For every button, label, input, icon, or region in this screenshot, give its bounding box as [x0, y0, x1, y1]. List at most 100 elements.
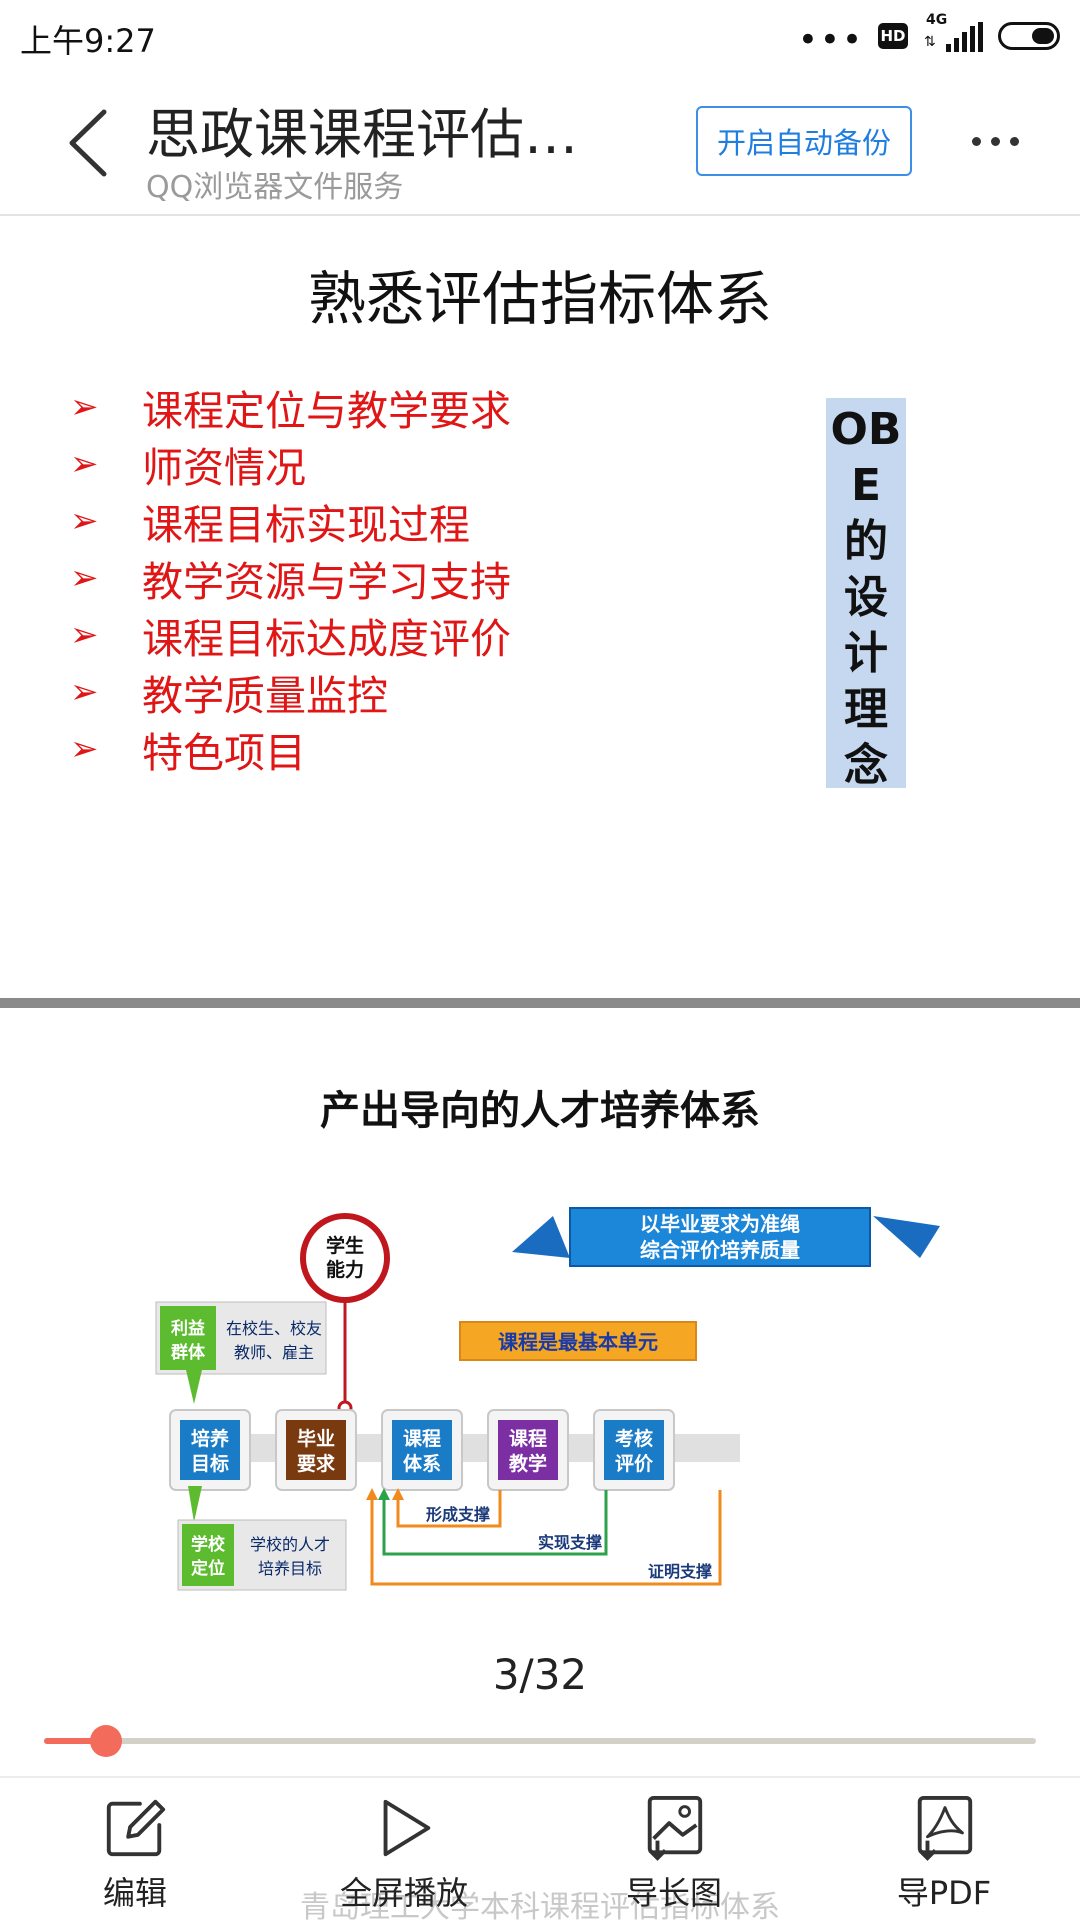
play-icon [383, 1799, 431, 1857]
list-item: ➢ 教学资源与学习支持 [70, 549, 511, 606]
status-time: 上午9:27 [20, 22, 156, 60]
process-node: 培养目标 [169, 1409, 251, 1491]
slider-thumb[interactable] [90, 1725, 122, 1757]
outcome-diagram: 以毕业要求为准绳 综合评价培养质量 学生 能力 利益 群体 在校生、校友 教师、… [155, 1207, 940, 1591]
hd-icon: HD [878, 23, 908, 49]
student-ability-line1: 学生 [326, 1234, 364, 1257]
process-node-label: 考核 [615, 1427, 653, 1450]
status-bar: 上午9:27 ••• HD 4G ⇅ [0, 0, 1080, 70]
document-title: 思政课课程评估… [146, 103, 578, 166]
banner-line2: 综合评价培养质量 [640, 1238, 800, 1262]
fullscreen-play-button[interactable]: 全屏播放 [314, 1794, 494, 1914]
process-node-label: 教学 [509, 1452, 547, 1475]
stakeholder-desc-line1: 在校生、校友 [226, 1319, 322, 1338]
bullet-text: 课程定位与教学要求 [142, 386, 511, 435]
support-label-1: 形成支撑 [426, 1505, 490, 1524]
process-node-label: 体系 [403, 1452, 441, 1475]
stakeholder-tag-line1: 利益 [171, 1318, 205, 1339]
process-node-label: 评价 [615, 1453, 654, 1475]
screen: 上午9:27 ••• HD 4G ⇅ 思政课课程评估… QQ浏览器文件服务 开启… [0, 0, 1080, 1920]
bullet-text: 师资情况 [142, 443, 306, 492]
document-source: QQ浏览器文件服务 [146, 170, 404, 205]
pdf-label: 导PDF [896, 1874, 992, 1912]
slide-title: 产出导向的人才培养体系 [320, 1088, 760, 1134]
svg-text:课程是最基本单元: 课程是最基本单元 [498, 1330, 658, 1354]
banner-line1: 以毕业要求为准绳 [640, 1212, 800, 1236]
process-node-label: 毕业 [297, 1428, 335, 1450]
slide-divider [0, 998, 1080, 1008]
list-item: ➢ 课程定位与教学要求 [70, 378, 511, 435]
back-button[interactable] [58, 106, 118, 180]
app-header: 思政课课程评估… QQ浏览器文件服务 开启自动备份 [0, 70, 1080, 216]
chevron-left-icon [69, 109, 107, 177]
status-icons: ••• HD 4G ⇅ [797, 12, 1060, 60]
school-tag-line1: 学校 [191, 1534, 226, 1555]
more-dot-icon [1009, 136, 1019, 146]
process-node-label: 要求 [297, 1452, 336, 1475]
edit-button[interactable]: 编辑 [45, 1794, 225, 1914]
arrow-bullet-icon: ➢ [70, 614, 99, 655]
more-options-button[interactable] [960, 118, 1030, 164]
page-slider[interactable] [44, 1725, 1036, 1757]
arrow-bullet-icon: ➢ [70, 443, 99, 484]
arrow-bullet-icon: ➢ [70, 386, 99, 427]
school-desc-line2: 培养目标 [258, 1559, 322, 1578]
list-item: ➢ 师资情况 [70, 435, 511, 492]
process-node-label: 课程 [509, 1428, 547, 1450]
signal-icon: 4G ⇅ [922, 12, 984, 54]
export-pdf-button[interactable]: 导PDF [854, 1794, 1034, 1914]
arrow-bullet-icon: ➢ [70, 557, 99, 598]
process-node: 课程教学 [487, 1409, 569, 1491]
slide-page-4[interactable]: 产出导向的人才培养体系 以毕业要求为准绳 综合评价培养质量 学生 能力 利益 群… [0, 1008, 1080, 1608]
signal-bars-icon [946, 22, 983, 52]
quality-banner: 以毕业要求为准绳 综合评价培养质量 [512, 1207, 940, 1267]
bullet-text: 教学资源与学习支持 [142, 557, 511, 606]
bullet-list: ➢ 课程定位与教学要求 ➢ 师资情况 ➢ 课程目标实现过程 ➢ 教学资源与学习支持 ➢ 课… [70, 378, 511, 777]
bullet-text: 课程目标达成度评价 [142, 614, 511, 663]
list-item: ➢ 教学质量监控 [70, 663, 511, 720]
notification-dots-icon: ••• [797, 20, 864, 60]
arrow-bullet-icon: ➢ [70, 500, 99, 541]
edit-label: 编辑 [102, 1874, 167, 1912]
process-node-label: 目标 [191, 1453, 229, 1475]
pdf-icon [917, 1795, 973, 1861]
school-positioning-group: 学校 定位 学校的人才 培养目标 [177, 1486, 347, 1591]
obe-concept-text: OBE的设计理念 [830, 404, 902, 788]
process-node: 毕业要求 [275, 1409, 357, 1491]
battery-level [1031, 28, 1054, 44]
bottom-toolbar: 青岛理工大学本科课程评估指标体系 编辑 全屏播放 导长图 导PDF [0, 1776, 1080, 1920]
page-indicator: 3/32 [492, 1650, 588, 1699]
data-arrows-icon: ⇅ [924, 34, 936, 50]
stakeholder-group: 利益 群体 在校生、校友 教师、雇主 [155, 1301, 327, 1404]
course-unit-label: 课程是最基本单元 [459, 1321, 697, 1361]
school-tag-line2: 定位 [191, 1558, 225, 1579]
process-node-label: 课程 [403, 1428, 441, 1450]
bullet-text: 教学质量监控 [142, 671, 388, 720]
process-node: 课程体系 [381, 1409, 463, 1491]
stakeholder-tag-line2: 群体 [171, 1342, 206, 1363]
export-long-image-button[interactable]: 导长图 [584, 1794, 764, 1914]
school-desc-line1: 学校的人才 [250, 1535, 330, 1554]
long-image-label: 导长图 [625, 1874, 722, 1912]
auto-backup-button[interactable]: 开启自动备份 [696, 106, 912, 176]
list-item: ➢ 课程目标实现过程 [70, 492, 511, 549]
stakeholder-desc-line2: 教师、雇主 [234, 1343, 314, 1362]
slide-page-3[interactable]: 熟悉评估指标体系 ➢ 课程定位与教学要求 ➢ 师资情况 ➢ 课程目标实现过程 ➢ 教学资… [0, 218, 1080, 998]
bullet-text: 特色项目 [142, 728, 306, 777]
long-image-icon [647, 1795, 703, 1861]
arrow-bullet-icon: ➢ [70, 728, 99, 769]
process-node: 考核评价 [593, 1409, 675, 1491]
arrow-bullet-icon: ➢ [70, 671, 99, 712]
bullet-text: 课程目标实现过程 [142, 500, 470, 549]
fullscreen-label: 全屏播放 [339, 1874, 468, 1912]
support-label-3: 证明支撑 [648, 1562, 712, 1581]
list-item: ➢ 特色项目 [70, 720, 511, 777]
student-ability-line2: 能力 [326, 1258, 364, 1281]
process-node-label: 培养 [191, 1427, 229, 1450]
more-dot-icon [990, 136, 1000, 146]
more-dot-icon [971, 136, 981, 146]
obe-concept-box: OBE的设计理念 [826, 398, 906, 788]
process-nodes: 培养目标毕业要求课程体系课程教学考核评价 [169, 1409, 675, 1491]
battery-icon [998, 22, 1060, 50]
edit-icon [106, 1799, 166, 1857]
